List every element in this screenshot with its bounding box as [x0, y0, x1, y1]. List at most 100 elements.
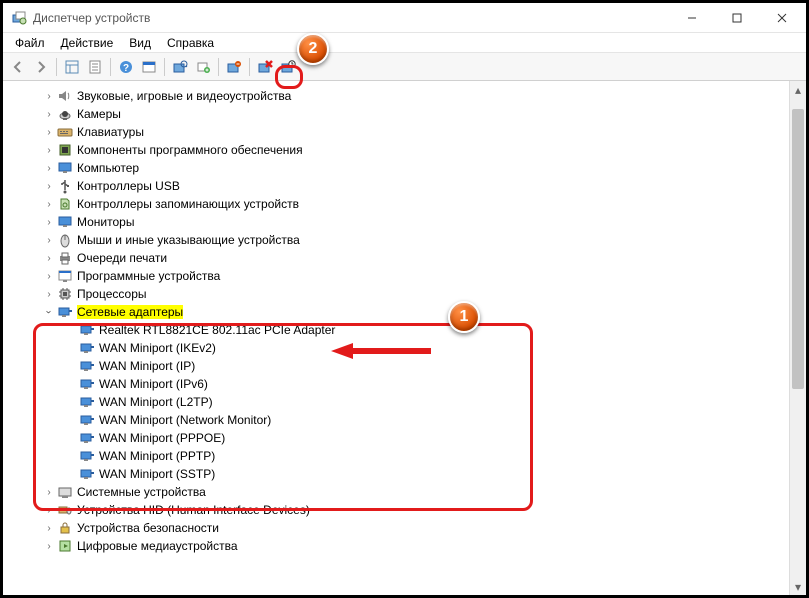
node-label: Камеры — [77, 107, 121, 121]
category-processors[interactable]: › Процессоры — [15, 285, 806, 303]
show-hide-tree-button[interactable] — [61, 56, 83, 78]
caret-collapsed-icon[interactable]: › — [43, 270, 55, 282]
caret-expanded-icon[interactable]: › — [43, 306, 55, 318]
node-label: Контроллеры запоминающих устройств — [77, 197, 299, 211]
node-label: Звуковые, игровые и видеоустройства — [77, 89, 291, 103]
category-usb-controllers[interactable]: › Контроллеры USB — [15, 177, 806, 195]
caret-collapsed-icon[interactable]: › — [43, 234, 55, 246]
device-wan-netmon[interactable]: WAN Miniport (Network Monitor) — [15, 411, 806, 429]
monitor-icon — [57, 160, 73, 176]
category-print-queues[interactable]: › Очереди печати — [15, 249, 806, 267]
category-software-devices[interactable]: › Программные устройства — [15, 267, 806, 285]
device-wan-sstp[interactable]: WAN Miniport (SSTP) — [15, 465, 806, 483]
category-sound[interactable]: › Звуковые, игровые и видеоустройства — [15, 87, 806, 105]
category-cameras[interactable]: › Камеры — [15, 105, 806, 123]
media-icon — [57, 538, 73, 554]
svg-text:?: ? — [123, 63, 129, 74]
node-label: WAN Miniport (PPTP) — [99, 449, 215, 463]
node-label: Устройства HID (Human Interface Devices) — [77, 503, 310, 517]
menu-action[interactable]: Действие — [53, 34, 122, 52]
keyboard-icon — [57, 124, 73, 140]
action-button[interactable] — [138, 56, 160, 78]
disable-device-button[interactable] — [254, 56, 276, 78]
category-system-devices[interactable]: › Системные устройства — [15, 483, 806, 501]
uninstall-button[interactable] — [223, 56, 245, 78]
device-tree[interactable]: › Звуковые, игровые и видеоустройства › … — [3, 81, 806, 595]
caret-collapsed-icon[interactable]: › — [43, 504, 55, 516]
network-adapter-icon — [79, 376, 95, 392]
category-security-devices[interactable]: › Устройства безопасности — [15, 519, 806, 537]
scroll-thumb[interactable] — [792, 109, 804, 389]
network-icon — [57, 304, 73, 320]
caret-collapsed-icon[interactable]: › — [43, 288, 55, 300]
menubar: Файл Действие Вид Справка — [3, 33, 806, 53]
category-monitors[interactable]: › Мониторы — [15, 213, 806, 231]
category-software-components[interactable]: › Компоненты программного обеспечения — [15, 141, 806, 159]
content-area: › Звуковые, игровые и видеоустройства › … — [3, 81, 806, 595]
toolbar: ? — [3, 53, 806, 81]
caret-collapsed-icon[interactable]: › — [43, 522, 55, 534]
device-wan-ipv6[interactable]: WAN Miniport (IPv6) — [15, 375, 806, 393]
back-button[interactable] — [7, 56, 29, 78]
window-title: Диспетчер устройств — [33, 11, 669, 25]
category-network-adapters[interactable]: › Сетевые адаптеры — [15, 303, 806, 321]
annotation-callout-1: 1 — [448, 301, 480, 333]
security-icon — [57, 520, 73, 536]
node-label: Компьютер — [77, 161, 139, 175]
category-computer[interactable]: › Компьютер — [15, 159, 806, 177]
scroll-up-icon[interactable]: ▴ — [790, 81, 806, 98]
network-adapter-icon — [79, 340, 95, 356]
close-button[interactable] — [759, 4, 804, 32]
category-keyboards[interactable]: › Клавиатуры — [15, 123, 806, 141]
update-driver-button[interactable] — [277, 56, 299, 78]
help-button[interactable]: ? — [115, 56, 137, 78]
category-storage-controllers[interactable]: › Контроллеры запоминающих устройств — [15, 195, 806, 213]
network-adapter-icon — [79, 358, 95, 374]
menu-file[interactable]: Файл — [7, 34, 53, 52]
node-label: Контроллеры USB — [77, 179, 180, 193]
category-mice[interactable]: › Мыши и иные указывающие устройства — [15, 231, 806, 249]
device-manager-window: Диспетчер устройств Файл Действие Вид Сп… — [3, 3, 806, 595]
caret-collapsed-icon[interactable]: › — [43, 180, 55, 192]
system-icon — [57, 484, 73, 500]
scroll-down-icon[interactable]: ▾ — [790, 578, 806, 595]
menu-view[interactable]: Вид — [121, 34, 159, 52]
network-adapter-icon — [79, 322, 95, 338]
properties-button[interactable] — [84, 56, 106, 78]
caret-collapsed-icon[interactable]: › — [43, 144, 55, 156]
vertical-scrollbar[interactable]: ▴ ▾ — [789, 81, 806, 595]
node-label: WAN Miniport (IP) — [99, 359, 195, 373]
add-legacy-button[interactable] — [192, 56, 214, 78]
menu-help[interactable]: Справка — [159, 34, 222, 52]
caret-collapsed-icon[interactable]: › — [43, 126, 55, 138]
caret-collapsed-icon[interactable]: › — [43, 198, 55, 210]
caret-collapsed-icon[interactable]: › — [43, 162, 55, 174]
scan-hardware-button[interactable] — [169, 56, 191, 78]
node-label: WAN Miniport (Network Monitor) — [99, 413, 271, 427]
node-label: WAN Miniport (L2TP) — [99, 395, 213, 409]
node-label: Мыши и иные указывающие устройства — [77, 233, 300, 247]
caret-collapsed-icon[interactable]: › — [43, 90, 55, 102]
node-label: WAN Miniport (IKEv2) — [99, 341, 216, 355]
node-label: Realtek RTL8821CE 802.11ac PCIe Adapter — [99, 323, 335, 337]
caret-collapsed-icon[interactable]: › — [43, 540, 55, 552]
node-label: WAN Miniport (PPPOE) — [99, 431, 225, 445]
category-digital-media[interactable]: › Цифровые медиаустройства — [15, 537, 806, 555]
cpu-icon — [57, 286, 73, 302]
device-realtek-adapter[interactable]: Realtek RTL8821CE 802.11ac PCIe Adapter — [15, 321, 806, 339]
device-wan-pppoe[interactable]: WAN Miniport (PPPOE) — [15, 429, 806, 447]
caret-collapsed-icon[interactable]: › — [43, 108, 55, 120]
category-hid[interactable]: › Устройства HID (Human Interface Device… — [15, 501, 806, 519]
caret-collapsed-icon[interactable]: › — [43, 486, 55, 498]
maximize-button[interactable] — [714, 4, 759, 32]
device-wan-pptp[interactable]: WAN Miniport (PPTP) — [15, 447, 806, 465]
caret-collapsed-icon[interactable]: › — [43, 252, 55, 264]
minimize-button[interactable] — [669, 4, 714, 32]
caret-collapsed-icon[interactable]: › — [43, 216, 55, 228]
node-label: Процессоры — [77, 287, 147, 301]
network-adapter-icon — [79, 412, 95, 428]
device-wan-l2tp[interactable]: WAN Miniport (L2TP) — [15, 393, 806, 411]
storage-icon — [57, 196, 73, 212]
camera-icon — [57, 106, 73, 122]
forward-button[interactable] — [30, 56, 52, 78]
